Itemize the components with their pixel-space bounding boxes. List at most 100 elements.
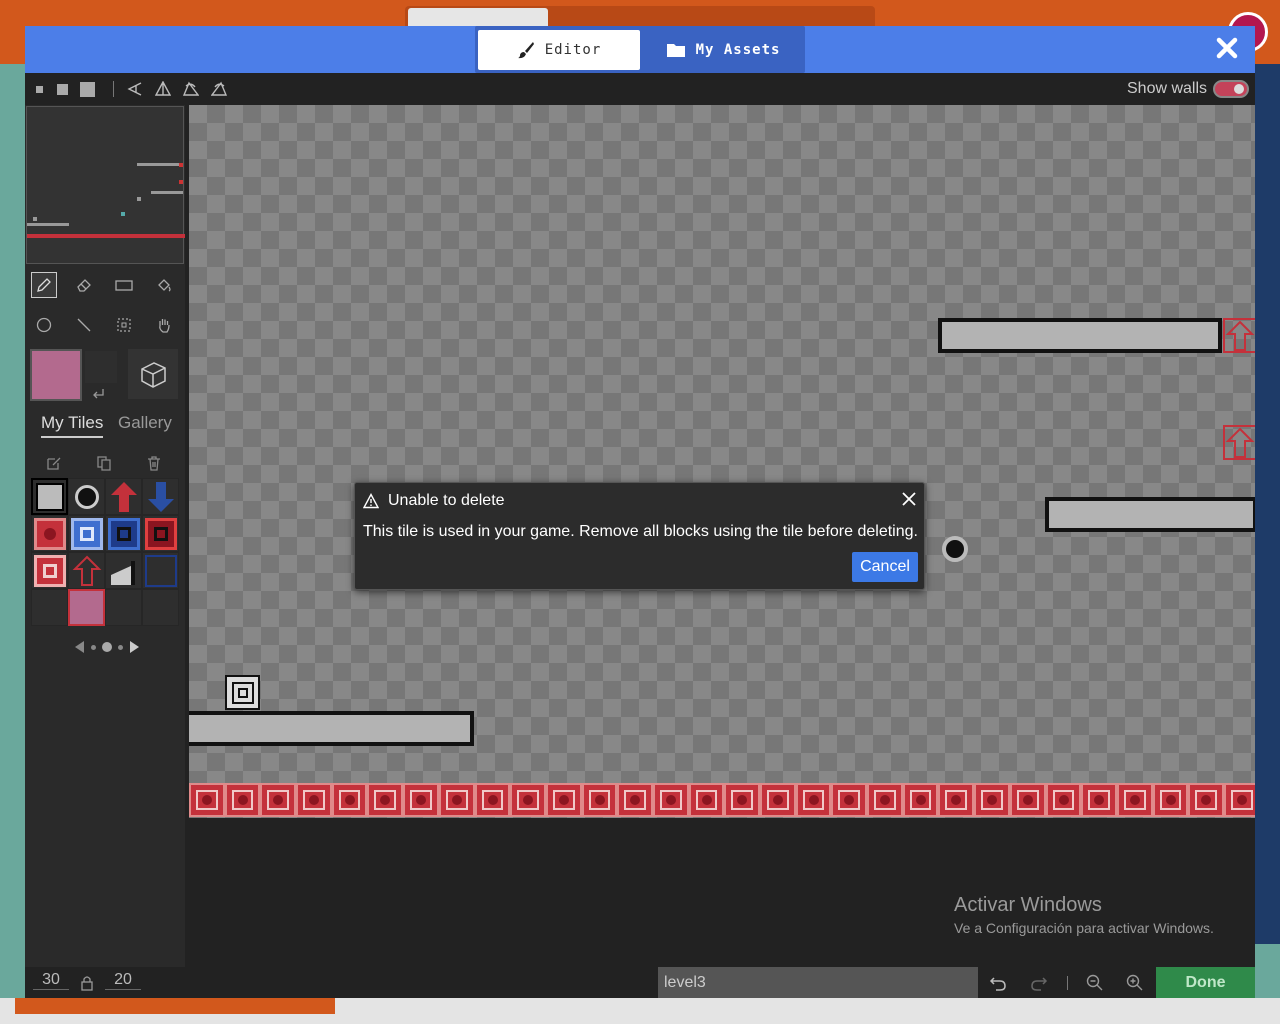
edit-tile-button[interactable]	[46, 455, 62, 476]
close-icon	[1216, 37, 1238, 59]
side-panel: My Tiles Gallery	[25, 105, 185, 967]
floor-tile	[260, 783, 297, 817]
tile-red-target[interactable]	[31, 515, 68, 552]
bottom-bar-divider	[1067, 976, 1068, 990]
floor-tile	[938, 783, 975, 817]
paintbrush-icon	[517, 42, 534, 59]
tile-empty[interactable]	[142, 589, 179, 626]
done-button[interactable]: Done	[1156, 967, 1255, 998]
tab-editor[interactable]: Editor	[478, 30, 640, 70]
windows-watermark-subtitle: Ve a Configuración para activar Windows.	[954, 920, 1214, 936]
rectangle-tool[interactable]	[111, 272, 137, 298]
delete-tile-button[interactable]	[146, 455, 162, 476]
level-name-input[interactable]	[658, 967, 978, 998]
height-input[interactable]: 20	[105, 971, 141, 990]
floor-tile	[510, 783, 546, 817]
level-canvas[interactable]	[189, 105, 1255, 818]
rotate-left-button[interactable]	[183, 81, 199, 97]
brush-size-large-button[interactable]	[79, 81, 95, 97]
pencil-tool[interactable]	[31, 272, 57, 298]
eraser-tool[interactable]	[71, 272, 97, 298]
dialog-close-button[interactable]	[901, 491, 919, 509]
floor-tile	[688, 783, 725, 817]
tile-pink-selected[interactable]	[68, 589, 105, 626]
cube-icon	[141, 362, 166, 388]
floor-tile	[367, 783, 404, 817]
show-walls-label: Show walls	[1127, 80, 1208, 97]
show-walls-toggle[interactable]	[1213, 80, 1249, 98]
floor-tile	[1152, 783, 1189, 817]
minimap[interactable]	[26, 106, 185, 264]
width-input[interactable]: 30	[33, 971, 69, 990]
tile-gray-block[interactable]	[31, 478, 68, 515]
rectangle-icon	[115, 280, 133, 291]
cancel-button[interactable]: Cancel	[852, 552, 918, 582]
tile-ball[interactable]	[68, 478, 105, 515]
fill-tool[interactable]	[151, 272, 177, 298]
tab-gallery[interactable]: Gallery	[118, 413, 172, 433]
floor-tile	[438, 783, 475, 817]
modal-header: Editor My Assets	[25, 26, 1255, 73]
tile-source-tabs: My Tiles Gallery	[35, 413, 185, 439]
lock-aspect-button[interactable]	[80, 975, 94, 996]
primary-color-swatch[interactable]	[30, 349, 82, 401]
zoom-in-button[interactable]	[1125, 973, 1145, 993]
tile-lever[interactable]	[105, 552, 142, 589]
page-dot[interactable]	[118, 644, 123, 650]
zoom-out-button[interactable]	[1085, 973, 1105, 993]
tile-palette	[31, 478, 179, 630]
wall-toggle-button[interactable]	[128, 349, 178, 399]
brush-size-small-button[interactable]	[31, 81, 47, 97]
floor-tile	[331, 783, 368, 817]
zoom-out-icon	[1086, 974, 1103, 991]
ball-sprite	[942, 536, 968, 562]
tile-blue-square-dark[interactable]	[105, 515, 142, 552]
close-modal-button[interactable]	[1213, 36, 1241, 64]
canvas-padding	[189, 818, 1255, 967]
swap-colors-icon[interactable]	[91, 387, 105, 406]
page-dot[interactable]	[91, 644, 96, 650]
tab-my-tiles[interactable]: My Tiles	[41, 413, 104, 438]
circle-tool[interactable]	[31, 312, 57, 338]
tile-pager	[67, 639, 147, 655]
zoom-in-icon	[1126, 974, 1143, 991]
pan-tool[interactable]	[151, 312, 177, 338]
flip-vertical-button[interactable]	[155, 81, 171, 97]
edit-tile-icon	[47, 457, 61, 470]
flip-horizontal-button[interactable]	[127, 81, 143, 97]
floor-tile	[189, 783, 225, 817]
floor-tile	[1009, 783, 1046, 817]
previous-page-icon[interactable]	[75, 641, 85, 653]
flip-vertical-icon	[155, 81, 171, 96]
warning-icon	[362, 493, 380, 514]
marquee-tool[interactable]	[111, 312, 137, 338]
line-tool[interactable]	[71, 312, 97, 338]
tile-empty[interactable]	[105, 589, 142, 626]
rotate-right-button[interactable]	[211, 81, 227, 97]
secondary-color-swatch[interactable]	[85, 351, 117, 383]
brush-size-medium-button[interactable]	[54, 81, 70, 97]
rotate-right-icon	[211, 81, 227, 96]
tile-pink-square[interactable]	[31, 552, 68, 589]
tile-actions	[25, 453, 185, 473]
floor-tiles-row	[189, 783, 1255, 817]
floor-tile	[1116, 783, 1153, 817]
next-page-icon[interactable]	[129, 641, 139, 653]
tile-up-arrow[interactable]	[105, 478, 142, 515]
tile-red-square[interactable]	[142, 515, 179, 552]
hand-icon	[159, 319, 170, 333]
tile-empty[interactable]	[31, 589, 68, 626]
tile-down-arrow[interactable]	[142, 478, 179, 515]
tab-editor-label: Editor	[544, 42, 602, 58]
page-dot-current[interactable]	[102, 642, 112, 652]
undo-button[interactable]	[988, 973, 1008, 993]
close-icon	[902, 492, 916, 506]
tile-blue-outline[interactable]	[142, 552, 179, 589]
pencil-icon	[37, 278, 51, 292]
floor-tile	[760, 783, 796, 817]
tab-my-assets[interactable]: My Assets	[643, 30, 803, 70]
duplicate-tile-button[interactable]	[96, 455, 112, 476]
tile-blue-square-light[interactable]	[68, 515, 105, 552]
redo-button[interactable]	[1029, 973, 1049, 993]
tile-red-outline-arrow[interactable]	[68, 552, 105, 589]
